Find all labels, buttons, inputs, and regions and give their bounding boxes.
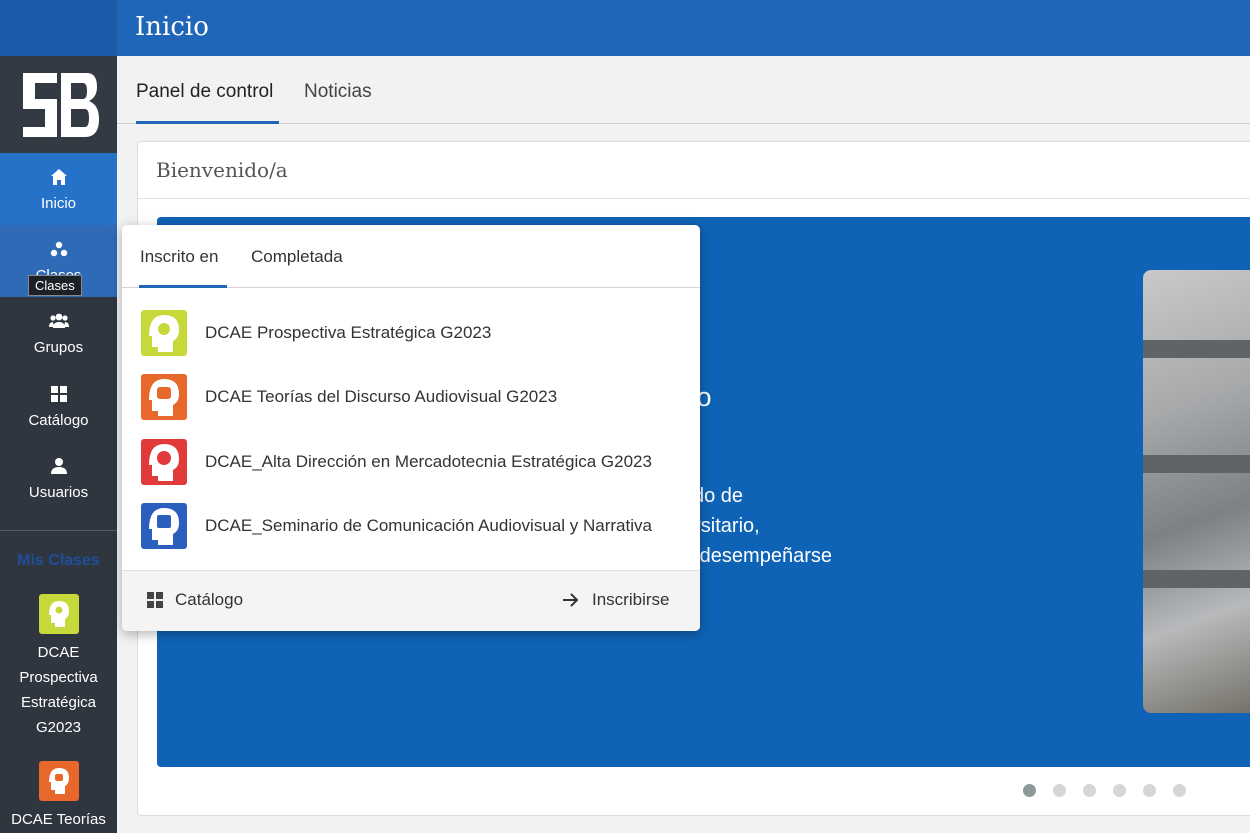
carousel-dot[interactable] (1023, 784, 1036, 797)
tab-completada[interactable]: Completada (251, 247, 343, 267)
tab-noticias[interactable]: Noticias (304, 81, 372, 103)
popup-class-label: DCAE Prospectiva Estratégica G2023 (205, 323, 492, 342)
popup-class-row[interactable]: DCAE_Seminario de Comunicación Audiovisu… (122, 494, 700, 558)
groups-icon (48, 311, 69, 331)
popup-class-label: DCAE Teorías del Discurso Audiovisual G2… (205, 387, 558, 406)
popup-class-label: DCAE_Alta Dirección en Mercadotecnia Est… (205, 452, 652, 471)
sidebar-item-label: Catálogo (28, 411, 89, 429)
photo-band (1143, 570, 1250, 588)
logo[interactable] (0, 56, 117, 153)
sidebar-class-item[interactable]: DCAE Prospectiva Estratégica G2023 (0, 594, 117, 740)
card-divider (138, 198, 1250, 199)
carousel-dot[interactable] (1083, 784, 1096, 797)
sb-logo-icon (16, 68, 101, 141)
popup-class-row[interactable]: DCAE Teorías del Discurso Audiovisual G2… (122, 365, 700, 429)
arrow-right-icon (563, 593, 579, 607)
mis-clases-heading: Mis Clases (17, 552, 100, 569)
enroll-link-label: Inscribirse (592, 590, 670, 609)
catalog-link[interactable]: Catálogo (146, 590, 243, 610)
popup-tabs: Inscrito en Completada (122, 225, 700, 288)
carousel-dots (1023, 784, 1186, 797)
carousel-dot[interactable] (1173, 784, 1186, 797)
main-tabs: Panel de control Noticias (117, 56, 1250, 124)
sidebar-item-grupos[interactable]: Grupos (0, 297, 117, 369)
tab-inscrito-en[interactable]: Inscrito en (140, 247, 218, 267)
banner-photo (1143, 270, 1250, 713)
tab-panel-de-control[interactable]: Panel de control (136, 81, 273, 103)
active-tab-indicator (139, 285, 227, 288)
active-tab-indicator (136, 121, 279, 124)
sidebar: Inicio Clases Grupos Catálogo Usuarios C… (0, 56, 117, 833)
popup-class-row[interactable]: DCAE Prospectiva Estratégica G2023 (122, 301, 700, 365)
user-icon (49, 456, 69, 476)
popup-class-label: DCAE_Seminario de Comunicación Audiovisu… (205, 516, 652, 535)
sidebar-item-label: Usuarios (28, 483, 89, 501)
sidebar-class-label: DCAE Prospectiva Estratégica G2023 (19, 644, 98, 736)
classes-icon (49, 239, 69, 259)
class-thumbnail-icon (38, 761, 79, 801)
class-thumbnail-icon (141, 310, 187, 356)
grid-icon (147, 592, 163, 608)
popup-class-row[interactable]: DCAE_Alta Dirección en Mercadotecnia Est… (122, 430, 700, 494)
sidebar-item-inicio[interactable]: Inicio (0, 153, 117, 225)
class-thumbnail-icon (141, 503, 187, 549)
sidebar-item-catalogo[interactable]: Catálogo (0, 370, 117, 442)
tooltip: Clases (28, 275, 82, 296)
home-icon (49, 167, 69, 187)
enroll-link[interactable]: Inscribirse (562, 590, 669, 610)
top-bar: Inicio (0, 0, 1250, 56)
grid-icon (49, 384, 69, 404)
classes-popup: Inscrito en Completada DCAE Prospectiva … (122, 225, 700, 631)
class-thumbnail-icon (38, 594, 79, 634)
top-bar-left-strip (0, 0, 117, 56)
sidebar-divider (0, 530, 117, 531)
popup-footer: Catálogo Inscribirse (122, 570, 700, 631)
carousel-dot[interactable] (1143, 784, 1156, 797)
sidebar-item-usuarios[interactable]: Usuarios (0, 442, 117, 514)
sidebar-item-label: Inicio (40, 194, 77, 212)
class-thumbnail-icon (141, 374, 187, 420)
photo-band (1143, 340, 1250, 358)
banner-text: tido de ersitario, n desempeñarse (683, 485, 832, 567)
sidebar-item-label: Grupos (33, 338, 84, 356)
welcome-heading: Bienvenido/a (156, 158, 288, 182)
sidebar-class-item[interactable]: DCAE Teorías (0, 761, 117, 832)
photo-band (1143, 455, 1250, 473)
sidebar-class-label: DCAE Teorías (11, 811, 106, 828)
carousel-dot[interactable] (1053, 784, 1066, 797)
class-thumbnail-icon (141, 439, 187, 485)
carousel-dot[interactable] (1113, 784, 1126, 797)
catalog-link-label: Catálogo (175, 590, 244, 609)
page-title: Inicio (135, 12, 209, 42)
